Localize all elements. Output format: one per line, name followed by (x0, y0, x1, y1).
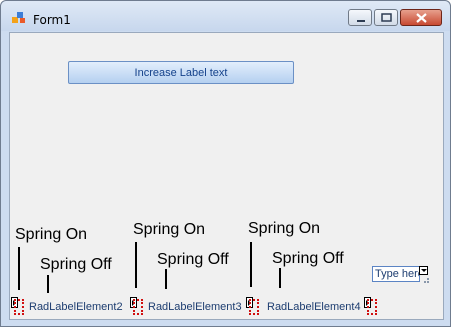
app-icon (12, 12, 25, 23)
status-label-2: RadLabelElement2 (29, 301, 123, 313)
note-spring-off-1: Spring Off (40, 256, 112, 273)
dropdown-arrow-button[interactable] (419, 266, 428, 275)
close-button[interactable] (400, 9, 442, 26)
type-here-input[interactable]: Type here (372, 266, 420, 282)
minimize-button[interactable] (348, 9, 372, 26)
status-label-3: RadLabelElement3 (148, 301, 242, 313)
caption-buttons (348, 9, 442, 26)
spring-element (249, 299, 259, 315)
note-spring-off-2: Spring Off (157, 251, 229, 268)
spring-element (14, 299, 24, 315)
title-bar[interactable]: Form1 (1, 1, 450, 31)
pointer-line (135, 242, 137, 288)
minimize-icon (357, 20, 365, 22)
status-label-4: RadLabelElement4 (267, 301, 361, 313)
pointer-line (18, 247, 20, 290)
spring-element (133, 299, 143, 315)
resize-grip-icon[interactable] (420, 276, 430, 284)
maximize-button[interactable] (374, 9, 398, 26)
pointer-line (250, 242, 252, 287)
maximize-icon (381, 13, 392, 22)
pointer-line (279, 268, 281, 288)
note-spring-off-3: Spring Off (272, 250, 344, 267)
note-spring-on-3: Spring On (248, 220, 321, 237)
note-spring-on-1: Spring On (15, 226, 88, 243)
form-window: Form1 Increase Label text Spring On Spri… (0, 0, 451, 327)
close-icon (416, 13, 427, 23)
increase-label-button[interactable]: Increase Label text (68, 61, 294, 84)
spring-element (367, 299, 377, 315)
pointer-line (165, 269, 167, 289)
window-title: Form1 (33, 13, 71, 27)
note-spring-on-2: Spring On (133, 221, 206, 238)
status-strip: RadLabelElement2 RadLabelElement3 RadLab… (10, 294, 443, 319)
pointer-line (47, 275, 49, 293)
